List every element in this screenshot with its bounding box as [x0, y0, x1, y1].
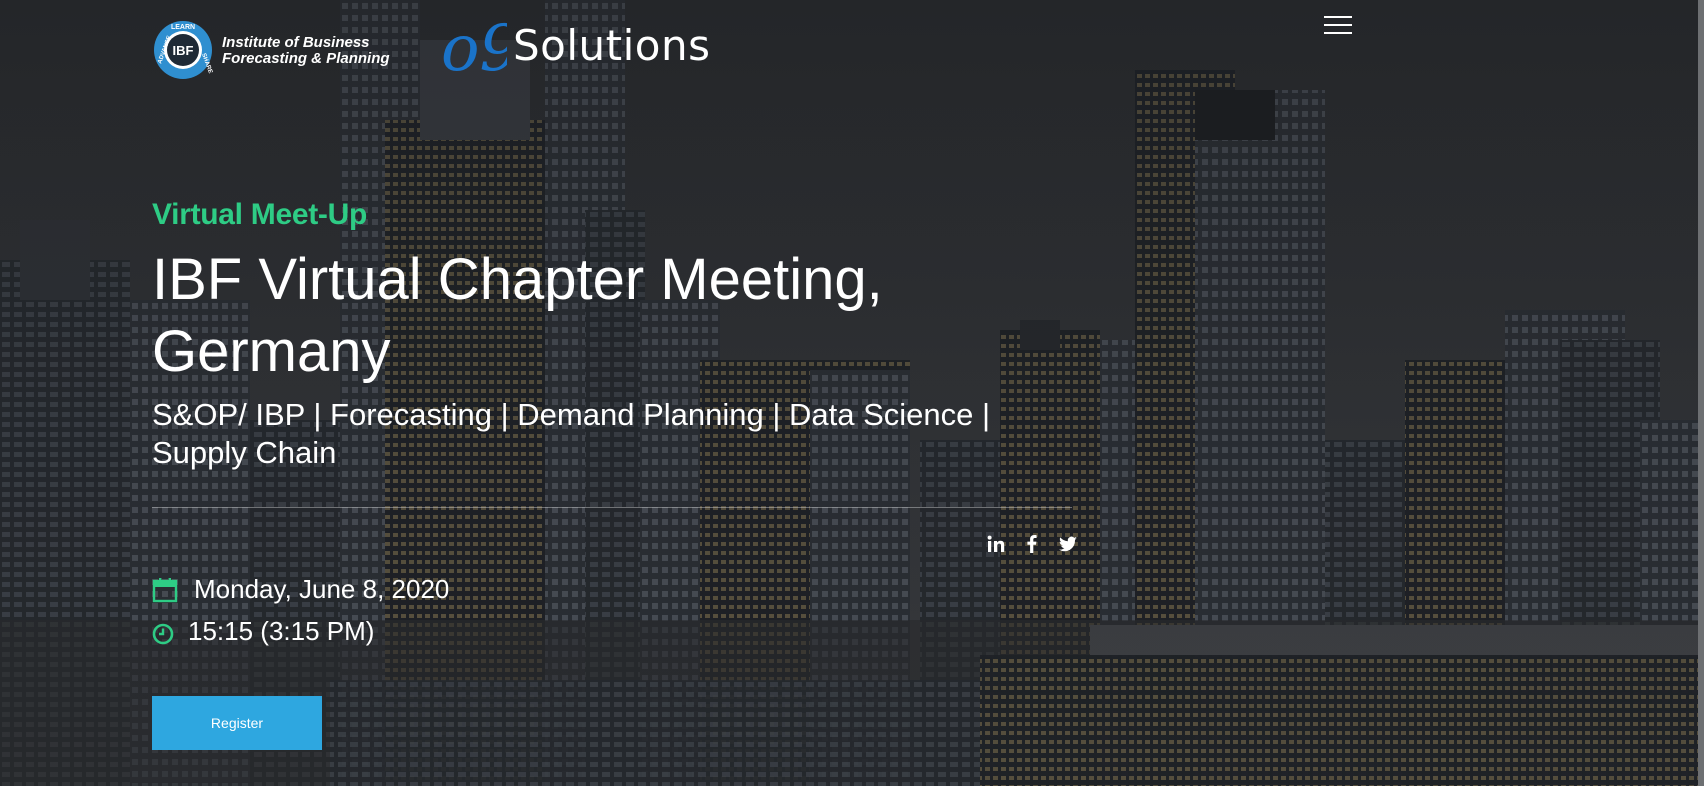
o9-mark-text: o9	[441, 12, 507, 78]
o9-solutions-logo[interactable]: o9 Solutions	[441, 8, 711, 86]
hamburger-menu-icon[interactable]	[1324, 16, 1352, 36]
linkedin-icon[interactable]	[986, 534, 1006, 554]
o9-wordmark: Solutions	[513, 20, 711, 70]
event-date: Monday, June 8, 2020	[194, 574, 450, 604]
o9-mark: o9	[441, 8, 520, 86]
event-topics: S&OP/ IBP | Forecasting | Demand Plannin…	[152, 397, 991, 470]
ibf-badge-text: IBF	[173, 43, 194, 58]
event-title: IBF Virtual Chapter Meeting, Germany	[152, 247, 883, 384]
facebook-icon[interactable]	[1022, 534, 1042, 554]
ibf-logo[interactable]: IBF LEARN ADVANCE SHARE Institute of Bus…	[152, 18, 408, 84]
twitter-icon[interactable]	[1058, 534, 1078, 554]
ibf-ring-top: LEARN	[171, 24, 195, 31]
page-scrollbar[interactable]	[1698, 0, 1704, 786]
event-time-row: 15:15 (3:15 PM)	[152, 616, 374, 647]
clock-icon	[152, 621, 174, 644]
social-links	[986, 534, 1078, 554]
ibf-logo-line1: Institute of Business	[222, 34, 370, 51]
event-time: 15:15 (3:15 PM)	[188, 616, 375, 646]
section-divider	[152, 507, 1072, 508]
event-category: Virtual Meet-Up	[152, 198, 367, 231]
calendar-icon	[152, 577, 178, 603]
hero-section	[0, 0, 1704, 786]
register-button[interactable]: Register	[152, 696, 322, 750]
ibf-logo-line2: Forecasting & Planning	[222, 50, 390, 67]
event-date-row: Monday, June 8, 2020	[152, 574, 449, 605]
